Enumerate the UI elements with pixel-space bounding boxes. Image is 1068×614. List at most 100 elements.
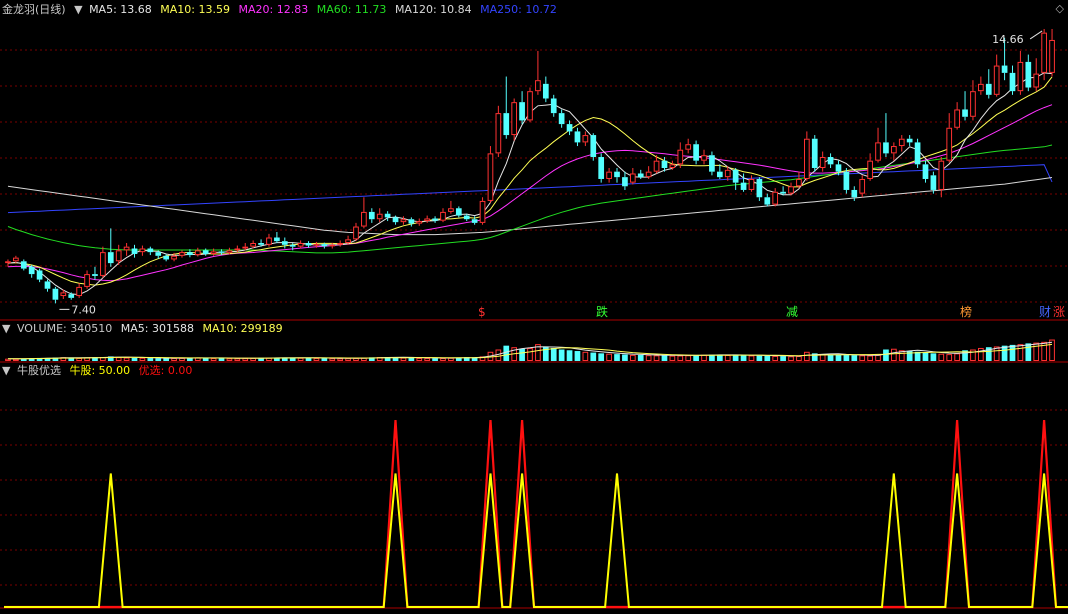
- volume-bar: [788, 356, 794, 362]
- candle-body: [52, 288, 59, 300]
- candle: [376, 208, 383, 223]
- volume-bar: [938, 353, 945, 362]
- candle-body: [76, 286, 82, 297]
- candle-body: [123, 246, 130, 251]
- candle: [550, 94, 557, 117]
- candle-body: [875, 142, 881, 161]
- candle-body: [368, 211, 375, 220]
- volume-bar: [740, 355, 747, 361]
- event-marker[interactable]: 减: [785, 305, 799, 319]
- candle: [84, 270, 90, 289]
- volume-bar: [115, 357, 122, 361]
- event-marker[interactable]: 财: [1038, 305, 1052, 319]
- candle: [946, 113, 953, 163]
- ma60-label: MA60: 11.73: [316, 3, 387, 16]
- stock-title[interactable]: 金龙羽(日线): [2, 3, 66, 16]
- candle: [701, 149, 707, 165]
- candle: [1049, 28, 1055, 77]
- candle-body: [218, 251, 225, 253]
- candle: [772, 188, 779, 207]
- volume-bar: [345, 358, 351, 361]
- candle-body: [187, 252, 193, 256]
- candle: [274, 232, 280, 243]
- candle-body: [448, 208, 454, 212]
- volume-bar: [147, 358, 154, 361]
- collapse-icon[interactable]: ▼: [74, 3, 82, 16]
- candle: [52, 286, 59, 304]
- candle-body: [645, 171, 652, 178]
- candle-body: [400, 219, 407, 223]
- candle-body: [519, 102, 525, 121]
- volume-bar: [803, 351, 810, 361]
- candle: [36, 268, 43, 283]
- candle-body: [487, 153, 494, 201]
- candle: [194, 247, 201, 257]
- candle-body: [471, 219, 478, 223]
- volume-ma5-label: MA5: 301588: [120, 322, 194, 335]
- candle-body: [669, 164, 676, 168]
- candle-body: [408, 219, 415, 224]
- candle-body: [226, 250, 233, 253]
- volume-bar: [226, 358, 233, 362]
- candle-body: [898, 138, 905, 147]
- candle-body: [36, 270, 43, 280]
- candle: [107, 228, 114, 267]
- candle-body: [819, 157, 826, 168]
- candle-body: [843, 171, 850, 190]
- volume-bar: [440, 358, 446, 362]
- volume-bar: [313, 358, 320, 362]
- volume-bar: [780, 356, 786, 361]
- candle-body: [764, 197, 771, 205]
- candle: [487, 146, 494, 203]
- diamond-icon[interactable]: ◇: [1056, 2, 1064, 15]
- collapse-icon[interactable]: ▼: [2, 322, 10, 335]
- event-marker[interactable]: 跌: [595, 305, 609, 319]
- event-marker[interactable]: $: [477, 305, 487, 319]
- candle: [811, 135, 818, 172]
- candle-body: [709, 155, 715, 172]
- candle: [883, 113, 889, 158]
- candle: [76, 283, 82, 298]
- ma20-line: [7, 104, 1053, 282]
- candle-body: [68, 294, 75, 298]
- candle: [424, 215, 431, 223]
- candle: [898, 135, 905, 152]
- candle-body: [84, 274, 90, 287]
- collapse-icon[interactable]: ▼: [2, 364, 10, 377]
- low-price-label: 7.40: [71, 303, 96, 316]
- candle: [28, 264, 35, 278]
- candle-body: [305, 243, 312, 246]
- volume-bar: [590, 352, 597, 361]
- candle-body: [258, 243, 264, 245]
- candle-body: [313, 244, 320, 246]
- candle: [716, 164, 723, 179]
- candle: [582, 131, 589, 147]
- candle: [139, 245, 146, 256]
- event-marker[interactable]: 涨: [1052, 305, 1066, 319]
- volume-bar: [606, 353, 612, 362]
- candle-body: [748, 178, 755, 190]
- candle: [147, 246, 154, 256]
- volume-bar: [629, 354, 636, 362]
- volume-bar: [685, 355, 692, 361]
- candle-body: [716, 171, 723, 178]
- candle: [448, 200, 454, 214]
- event-marker[interactable]: 榜: [959, 305, 973, 319]
- candle: [709, 151, 715, 176]
- candle-body: [28, 266, 35, 275]
- candle-body: [827, 157, 834, 165]
- candle-body: [384, 213, 391, 218]
- volume-bar: [123, 357, 130, 361]
- candle-body: [20, 261, 27, 269]
- candle: [416, 218, 423, 226]
- candle-body: [5, 261, 11, 264]
- volume-bar: [432, 358, 438, 361]
- volume-bar: [851, 355, 858, 361]
- volume-bar: [756, 355, 763, 361]
- candle-body: [337, 243, 344, 245]
- volume-bar: [732, 355, 739, 361]
- candle-body: [1017, 61, 1024, 92]
- stock-chart[interactable]: 14.66 7.40: [0, 0, 1068, 614]
- volume-bar: [669, 355, 676, 361]
- volume-bar: [5, 358, 11, 362]
